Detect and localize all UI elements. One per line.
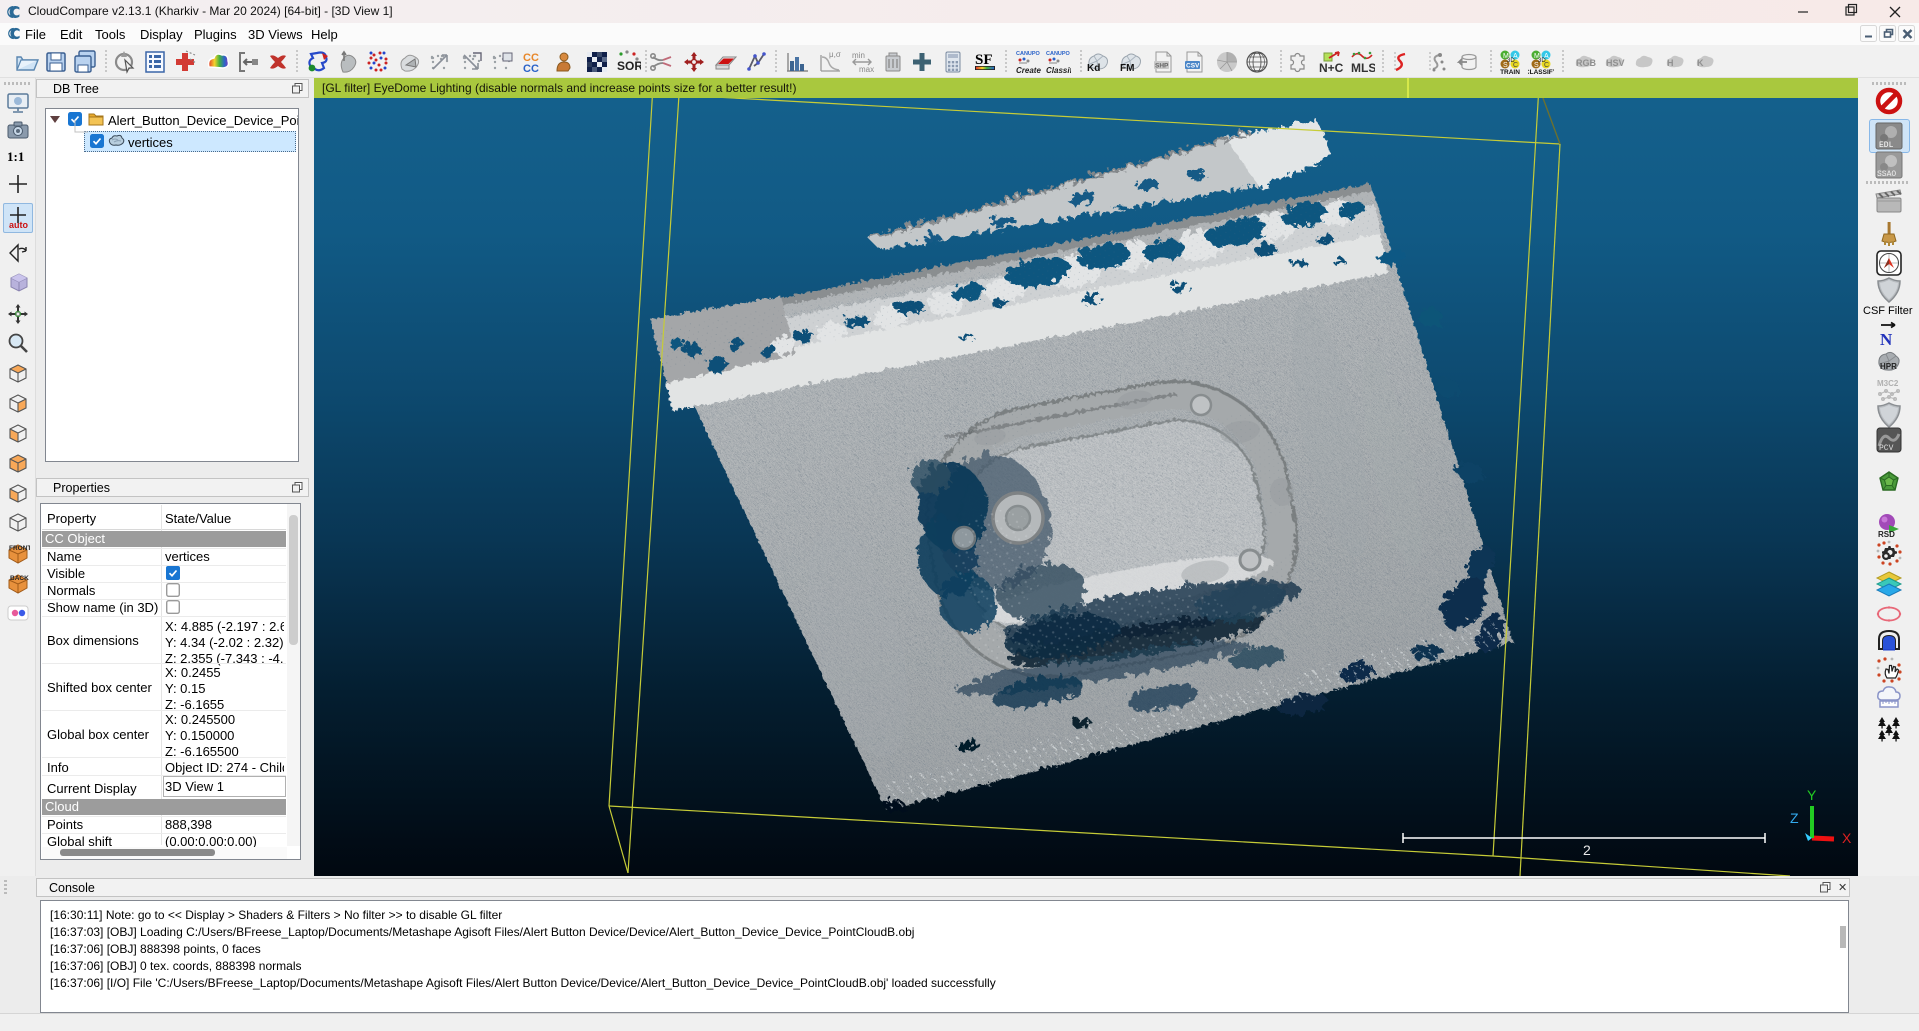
svg-text:X: X	[1842, 830, 1852, 846]
svg-text:BACK: BACK	[10, 575, 29, 582]
svg-text:Create: Create	[1016, 66, 1041, 75]
svg-text:K: K	[1697, 58, 1704, 68]
svg-text:FRONT: FRONT	[9, 545, 30, 552]
svg-text:CLASSIFY: CLASSIFY	[1528, 69, 1554, 75]
svg-text:CANUPO: CANUPO	[1046, 51, 1071, 57]
svg-text:SSAO: SSAO	[1877, 170, 1896, 179]
svg-text:1:1: 1:1	[7, 149, 24, 164]
svg-text:H: H	[1667, 58, 1674, 68]
svg-text:EDL: EDL	[1879, 141, 1894, 150]
svg-text:CSV: CSV	[1186, 63, 1200, 70]
svg-text:SHP: SHP	[1155, 63, 1169, 70]
svg-text:SF: SF	[975, 52, 993, 68]
svg-text:CC: CC	[523, 63, 539, 75]
svg-text:μ,σ: μ,σ	[829, 50, 841, 59]
svg-text:SOR: SOR	[617, 59, 641, 73]
svg-text:HPR: HPR	[1880, 362, 1897, 371]
svg-text:Kd: Kd	[1087, 63, 1100, 74]
svg-text:N+C: N+C	[1319, 61, 1343, 75]
svg-text:RSD: RSD	[1878, 530, 1895, 539]
svg-text:3D: 3D	[1538, 58, 1546, 64]
svg-text:min: min	[852, 51, 865, 60]
svg-text:PCV: PCV	[1879, 444, 1894, 453]
svg-text:FM: FM	[1120, 63, 1134, 74]
svg-text:CANUPO: CANUPO	[1016, 51, 1041, 57]
svg-text:TRAIN: TRAIN	[1500, 69, 1520, 75]
svg-text:auto: auto	[9, 220, 29, 229]
svg-text:3D: 3D	[1507, 58, 1515, 64]
svg-text:HSV: HSV	[1606, 58, 1625, 68]
svg-text:2: 2	[1583, 842, 1591, 858]
svg-text:N: N	[1880, 330, 1893, 349]
svg-text:Classify: Classify	[1046, 66, 1071, 75]
svg-text:Z: Z	[1790, 810, 1799, 826]
svg-text:RGB: RGB	[1576, 58, 1597, 68]
svg-text:MLS: MLS	[1351, 61, 1375, 75]
svg-text:M3C2: M3C2	[1877, 379, 1899, 388]
svg-text:Y: Y	[1807, 787, 1817, 803]
svg-text:max: max	[859, 65, 874, 74]
